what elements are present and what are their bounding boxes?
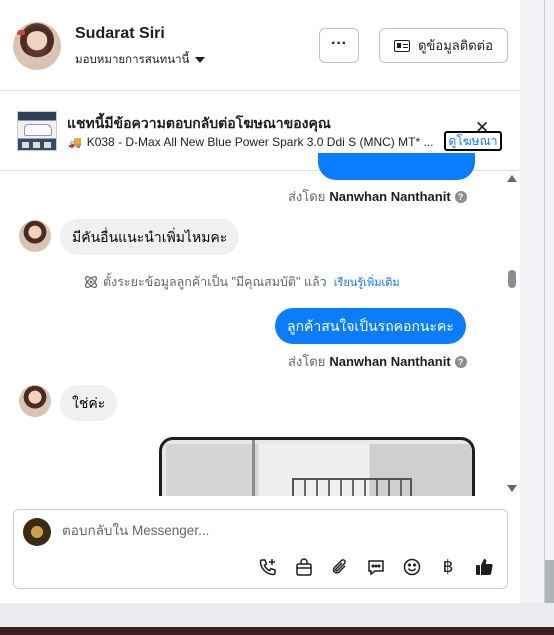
view-ad-link[interactable]: ดูโฆษณา xyxy=(444,131,502,151)
avatar[interactable] xyxy=(13,22,61,70)
message-bubble-outgoing[interactable]: ลูกค้าสนใจเป็นรถคอกนะคะ xyxy=(275,308,466,344)
right-edge xyxy=(520,0,554,603)
scroll-down-arrow[interactable] xyxy=(507,485,517,492)
help-icon[interactable]: ? xyxy=(454,355,467,368)
shopping-bag-icon[interactable] xyxy=(294,557,314,577)
system-note-text: ตั้งระยะข้อมูลลูกค้าเป็น "มีคุณสมบัติ" แ… xyxy=(103,275,327,289)
sent-by-prefix: ส่งโดย xyxy=(288,354,326,369)
ad-banner-title: แชทนี้มีข้อความตอบกลับต่อโฆษณาของคุณ xyxy=(67,115,331,131)
chat-bubble-icon[interactable] xyxy=(366,557,386,577)
thumbs-up-icon[interactable] xyxy=(474,557,494,577)
conversation-panel: Sudarat Siri มอบหมายการสนทนานี้ ··· ดูข้… xyxy=(0,0,520,607)
divider xyxy=(544,0,545,603)
view-contact-button[interactable]: ดูข้อมูลติดต่อ xyxy=(379,28,508,63)
atom-icon xyxy=(85,276,97,288)
assign-label: มอบหมายการสนทนานี้ xyxy=(75,54,190,66)
message-bubble-incoming[interactable]: มีคันอื่นแนะนำเพิ่มไหมคะ xyxy=(60,219,240,255)
avatar-hair xyxy=(21,26,53,56)
conversation-header: Sudarat Siri มอบหมายการสนทนานี้ ··· ดูข้… xyxy=(0,0,520,91)
message-bubble-incoming[interactable]: ใช่ค่ะ xyxy=(60,385,118,421)
baht-icon[interactable]: ฿ xyxy=(438,557,458,577)
sent-by-prefix: ส่งโดย xyxy=(288,189,326,204)
window-scroll-handle[interactable] xyxy=(545,560,554,603)
more-options-button[interactable]: ··· xyxy=(319,28,359,63)
thumb-block xyxy=(22,142,29,148)
contact-name[interactable]: Sudarat Siri xyxy=(75,25,165,43)
car-image xyxy=(24,124,52,136)
reply-input[interactable] xyxy=(62,523,482,538)
taskbar-edge xyxy=(0,627,554,635)
reply-composer: ฿ xyxy=(13,509,508,589)
sent-by-label: ส่งโดย Nanwhan Nanthanit ? xyxy=(288,186,467,207)
assign-conversation-dropdown[interactable]: มอบหมายการสนทนานี้ xyxy=(75,51,206,69)
thumb-block xyxy=(44,142,51,148)
ad-description-text: K038 - D-Max All New Blue Power Spark 3.… xyxy=(86,135,434,149)
system-note: ตั้งระยะข้อมูลลูกค้าเป็น "มีคุณสมบัติ" แ… xyxy=(83,272,400,292)
scrollbar-thumb[interactable] xyxy=(508,270,516,288)
view-contact-label: ดูข้อมูลติดต่อ xyxy=(418,38,493,53)
message-bubble-outgoing-partial[interactable] xyxy=(318,153,475,180)
help-icon[interactable]: ? xyxy=(454,190,467,203)
scroll-up-arrow[interactable] xyxy=(507,175,517,182)
sender-name: Nanwhan Nanthanit xyxy=(329,189,451,204)
contact-card-icon xyxy=(394,39,411,52)
ad-thumbnail[interactable] xyxy=(17,111,57,151)
thumb-block xyxy=(33,142,40,148)
sender-name: Nanwhan Nanthanit xyxy=(329,354,451,369)
ad-description: 🚚 K038 - D-Max All New Blue Power Spark … xyxy=(68,135,433,149)
avatar[interactable] xyxy=(19,220,51,252)
learn-more-link[interactable]: เรียนรู้เพิ่มเติม xyxy=(334,273,400,291)
composer-toolbar: ฿ xyxy=(258,557,494,577)
truck-icon: 🚚 xyxy=(68,136,82,149)
paperclip-icon[interactable] xyxy=(330,557,350,577)
phone-plus-icon[interactable] xyxy=(258,557,278,577)
background-gap xyxy=(0,603,554,627)
page-avatar xyxy=(23,518,51,546)
avatar[interactable] xyxy=(19,385,51,417)
sent-by-label: ส่งโดย Nanwhan Nanthanit ? xyxy=(288,351,467,372)
emoji-icon[interactable] xyxy=(402,557,422,577)
avatar-badge xyxy=(17,30,25,35)
chevron-down-icon xyxy=(195,57,206,63)
